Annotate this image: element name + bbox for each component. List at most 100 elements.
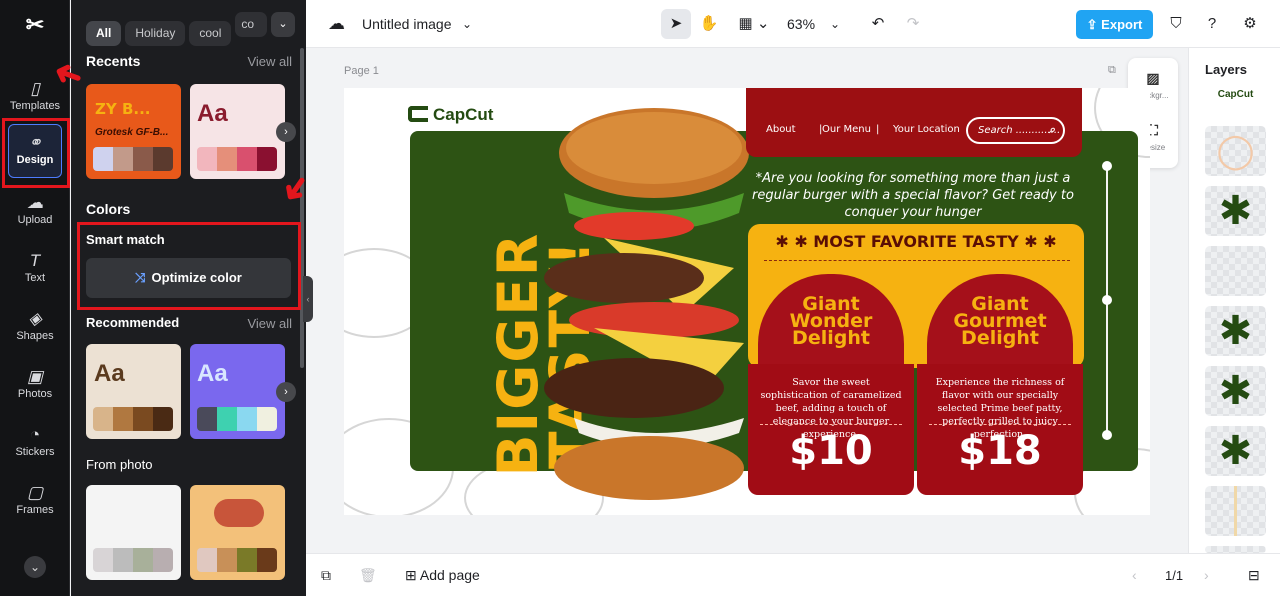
nav-shapes[interactable]: ◈ Shapes: [0, 302, 70, 358]
nav-our-menu[interactable]: Our Menu: [822, 124, 871, 135]
design-search-field[interactable]: Search .............. ⌕: [966, 117, 1065, 144]
nav-upload[interactable]: ☁ Upload: [0, 186, 70, 242]
frames-icon: ▢: [26, 483, 44, 502]
trash-icon[interactable]: 🗑: [359, 554, 377, 596]
background-icon: ▨: [1146, 70, 1160, 86]
more-nav-chevron-down-icon[interactable]: ⌄: [24, 556, 46, 578]
layer-thumb-search[interactable]: ◯: [1205, 126, 1266, 176]
prev-page-chevron-left-icon[interactable]: ‹: [1132, 554, 1137, 596]
hand-pan-icon[interactable]: ✋: [694, 9, 724, 39]
nav-about[interactable]: About: [766, 124, 796, 135]
layer-thumb-line[interactable]: [1205, 486, 1266, 536]
highlight-smart-match-box: [77, 222, 301, 310]
item2-card: Experience the richness of flavor with o…: [917, 364, 1083, 495]
zoom-chevron-down-icon[interactable]: ⌄: [830, 0, 840, 48]
palette-swatches: [93, 407, 173, 431]
asterisk-icon: ✱: [1218, 309, 1253, 353]
page-count: 1/1: [1165, 568, 1184, 583]
next-page-chevron-right-icon[interactable]: ›: [1204, 554, 1209, 596]
top-nav-banner: About | Our Menu | Your Location Search …: [746, 88, 1082, 157]
help-icon[interactable]: ?: [1197, 9, 1227, 39]
pages-panel-icon[interactable]: ⊟: [1248, 554, 1260, 596]
palette-swatches: [93, 548, 173, 572]
layers-panel: Layers CapCut ◯ ✱ ✱ ✱ ✱: [1188, 48, 1280, 553]
from-photo-card-1[interactable]: [86, 485, 181, 580]
document-title[interactable]: Untitled image: [362, 0, 452, 48]
collapse-panel-handle[interactable]: ‹: [303, 276, 313, 322]
nav-stickers[interactable]: ◔ Stickers: [0, 418, 70, 474]
decor-dot: [1102, 295, 1112, 305]
undo-icon[interactable]: ↶: [863, 9, 893, 39]
duplicate-icon[interactable]: ⧉: [321, 554, 331, 596]
recommended-next-chevron-right-icon[interactable]: ›: [276, 382, 296, 402]
filter-chips: All Holiday coolco: [86, 12, 271, 46]
layer-thumb-asterisk[interactable]: ✱: [1205, 366, 1266, 416]
select-pointer-icon[interactable]: ➤: [661, 9, 691, 39]
layer-thumb-asterisk[interactable]: ✱: [1205, 426, 1266, 476]
recent-style-card-2[interactable]: Aa: [190, 84, 285, 179]
burger-image: [544, 108, 749, 500]
chip-all[interactable]: All: [86, 21, 122, 46]
upload-arrow-icon: ⇪: [1086, 17, 1102, 32]
chip-cool[interactable]: cool: [189, 21, 232, 46]
asterisk-icon: ✱ ✱: [775, 232, 814, 251]
line-shape-icon: [1234, 486, 1237, 536]
nav-text[interactable]: T Text: [0, 244, 70, 300]
recommended-view-all[interactable]: View all: [247, 316, 292, 331]
burger-photo-icon: [214, 499, 264, 527]
zoom-level[interactable]: 63%: [787, 0, 815, 48]
recommended-style-card-1[interactable]: Aa: [86, 344, 181, 439]
tagline: *Are you looking for something more than…: [752, 171, 1074, 220]
layer-thumb-brand[interactable]: CapCut: [1205, 84, 1266, 118]
gear-icon[interactable]: ⚙: [1235, 9, 1265, 39]
dashed-divider: [764, 260, 1070, 261]
layer-thumb-asterisk[interactable]: ✱: [1205, 306, 1266, 356]
search-icon: ⌕: [1048, 124, 1055, 136]
layer-thumb-empty[interactable]: [1205, 246, 1266, 296]
recents-title: Recents: [86, 53, 141, 69]
redo-icon[interactable]: ↷: [898, 9, 928, 39]
item1-card: Savor the sweet sophistication of carame…: [748, 364, 914, 495]
colors-title: Colors: [86, 201, 131, 217]
chip-co[interactable]: co: [235, 12, 268, 37]
from-photo-card-2[interactable]: [190, 485, 285, 580]
layer-thumb-partial[interactable]: [1205, 546, 1266, 553]
recommended-style-card-2[interactable]: Aa: [190, 344, 285, 439]
nav-photos[interactable]: ▣ Photos: [0, 360, 70, 416]
add-page-icon: ⊞: [405, 567, 420, 583]
page-label: Page 1: [344, 65, 379, 77]
add-page-button[interactable]: ⊞ Add page: [405, 554, 480, 596]
palette-swatches: [93, 147, 173, 171]
layer-thumb-asterisk[interactable]: ✱: [1205, 186, 1266, 236]
highlight-design-box: [2, 118, 70, 188]
stickers-icon: ◔: [29, 425, 41, 444]
layout-icon[interactable]: ▦ ⌄: [734, 9, 774, 39]
layers-title: Layers: [1205, 62, 1247, 77]
design-canvas[interactable]: CapCut BIGGERTASTY! About | Our Menu |: [344, 88, 1150, 515]
nav-your-location[interactable]: Your Location: [893, 124, 960, 135]
shield-icon[interactable]: ⛉: [1161, 9, 1191, 39]
capcut-logo-icon[interactable]: ✂: [20, 10, 50, 40]
asterisk-icon: ✱: [1218, 369, 1253, 413]
asterisk-icon: ✱: [1218, 189, 1253, 233]
text-icon: T: [29, 251, 41, 270]
chip-holiday[interactable]: Holiday: [125, 21, 186, 46]
shapes-icon: ◈: [28, 309, 42, 328]
favorite-heading: ✱ ✱ MOST FAVORITE TASTY ✱ ✱: [775, 232, 1057, 251]
recents-next-chevron-right-icon[interactable]: ›: [276, 122, 296, 142]
magnifier-shape-icon: ◯: [1216, 132, 1255, 170]
asterisk-icon: ✱: [1218, 429, 1253, 473]
canvas-area: Page 1 ⧉ ▨ Backgr... ⛶ Resize CapCut BIGGE…: [306, 48, 1188, 553]
cloud-icon[interactable]: ☁: [328, 0, 345, 48]
palette-swatches: [197, 548, 277, 572]
nav-frames[interactable]: ▢ Frames: [0, 476, 70, 532]
duplicate-page-icon[interactable]: ⧉: [1108, 64, 1116, 77]
chips-chevron-down-icon[interactable]: ⌄: [271, 12, 295, 37]
photos-icon: ▣: [26, 367, 44, 386]
decor-dot: [1102, 161, 1112, 171]
title-chevron-down-icon[interactable]: ⌄: [462, 0, 472, 48]
recommended-title: Recommended: [86, 315, 180, 330]
export-button[interactable]: ⇪ Export: [1076, 10, 1153, 39]
recents-view-all[interactable]: View all: [247, 54, 292, 69]
recent-style-card-1[interactable]: ZY B... Grotesk GF-B...: [86, 84, 181, 179]
